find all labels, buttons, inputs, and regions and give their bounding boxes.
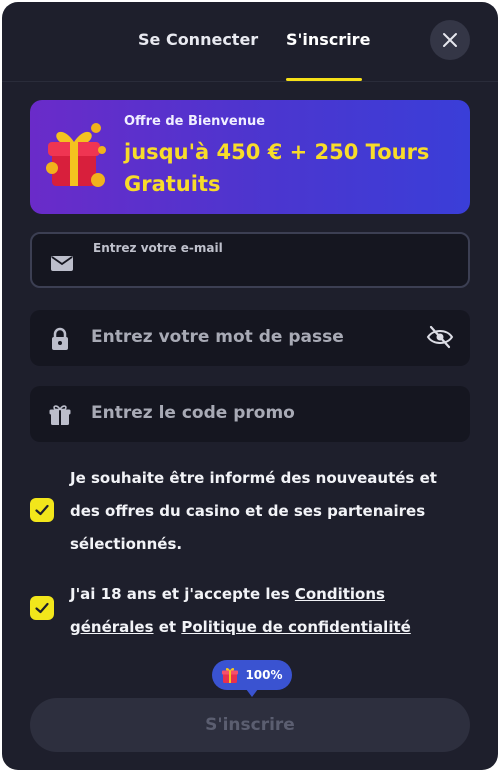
close-icon [443,33,457,47]
registration-modal: Se Connecter S'inscrire Offre de Bienven… [2,2,498,770]
envelope-icon [51,256,73,271]
register-submit-button[interactable]: S'inscrire [30,698,470,752]
offer-headline: jusqu'à 450 € + 250 Tours Gratuits [124,140,430,196]
completion-percent: 100% [245,668,283,682]
promo-placeholder: Entrez le code promo [91,403,295,423]
password-placeholder: Entrez votre mot de passe [91,327,344,347]
close-button[interactable] [430,20,470,60]
lock-icon [52,327,68,350]
terms-text-before: J'ai 18 ans et j'accepte les [70,585,295,603]
terms-consent-text: J'ai 18 ans et j'accepte les Conditions … [70,578,470,644]
gift-icon [222,668,239,683]
welcome-offer-banner: Offre de Bienvenue jusqu'à 450 € + 250 T… [30,100,470,214]
eye-off-icon[interactable] [426,324,454,350]
password-field[interactable]: Entrez votre mot de passe [30,310,470,366]
email-label: Entrez votre e-mail [93,241,223,255]
checkmark-icon [35,602,49,614]
completion-badge: 100% [212,660,292,697]
tab-login[interactable]: Se Connecter [138,30,258,49]
privacy-link[interactable]: Politique de confidentialité [181,618,410,636]
marketing-checkbox[interactable] [30,498,54,522]
auth-tabs: Se Connecter S'inscrire [2,2,498,82]
terms-checkbox[interactable] [30,596,54,620]
terms-text-and: et [153,618,182,636]
marketing-consent-text: Je souhaite être informé des nouveautés … [70,469,437,553]
tab-register[interactable]: S'inscrire [286,30,370,49]
promo-code-field[interactable]: Entrez le code promo [30,386,470,442]
gift-icon [46,123,106,187]
gift-icon [49,405,71,425]
active-tab-indicator [286,78,362,81]
offer-subtitle: Offre de Bienvenue [124,114,266,129]
email-field[interactable]: Entrez votre e-mail [30,232,470,288]
checkmark-icon [35,504,49,516]
